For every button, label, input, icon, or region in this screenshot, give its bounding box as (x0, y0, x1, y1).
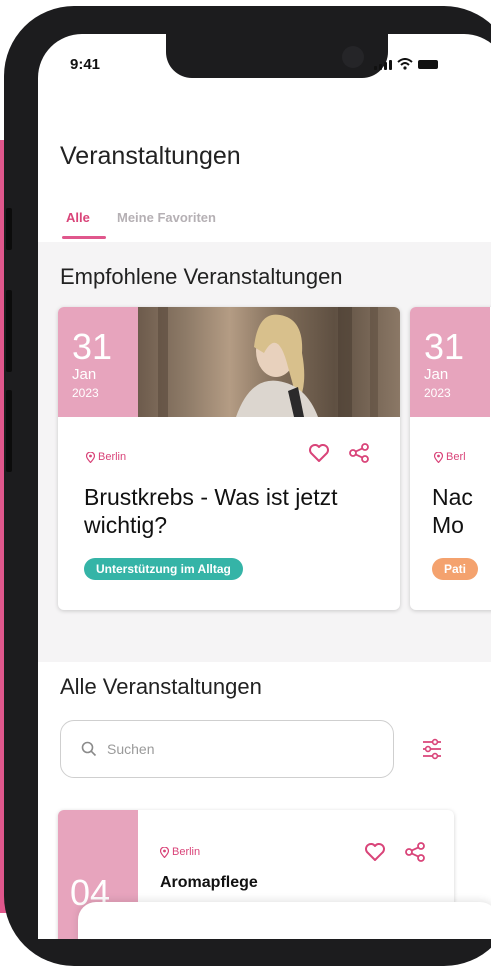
all-events-heading: Alle Veranstaltungen (60, 674, 262, 699)
search-box[interactable] (60, 720, 394, 778)
heart-icon (365, 843, 385, 861)
share-icon (349, 443, 369, 463)
filter-button[interactable] (420, 737, 444, 766)
location-pin-icon (86, 451, 95, 463)
filter-icon (423, 738, 441, 760)
location-label: Berlin (172, 846, 201, 858)
date-month: Jan (72, 366, 97, 383)
volume-up-button (6, 290, 12, 372)
event-location: Berlin (86, 451, 126, 463)
featured-heading: Empfohlene Veranstaltungen (60, 264, 343, 289)
location-label: Berlin (98, 451, 127, 463)
share-icon (405, 842, 425, 862)
mute-switch (6, 208, 12, 250)
battery-icon (418, 60, 438, 69)
phone-frame: 9:41 Veranstaltungen Alle Meine Favorite… (4, 6, 491, 966)
share-button[interactable] (348, 443, 370, 468)
location-pin-icon (160, 846, 169, 858)
status-icons (374, 58, 438, 70)
event-title: Nac Mo (432, 484, 473, 538)
date-day: 31 (72, 326, 113, 367)
wifi-icon (397, 58, 413, 70)
date-month: Jan (424, 366, 449, 383)
app-screen: 9:41 Veranstaltungen Alle Meine Favorite… (38, 34, 491, 939)
event-location: Berl (434, 451, 466, 463)
status-time: 9:41 (70, 56, 101, 73)
favorite-button[interactable] (308, 443, 330, 468)
tab-bar: Alle Meine Favoriten (38, 206, 491, 246)
event-title: Aromapflege (160, 874, 258, 891)
date-day: 31 (424, 326, 465, 367)
favorite-button[interactable] (364, 842, 386, 867)
category-badge: Pati (432, 558, 479, 580)
search-input[interactable] (105, 740, 369, 758)
date-box: 31 Jan 2023 (410, 307, 490, 417)
event-photo (138, 307, 400, 417)
bottom-navigation (78, 902, 491, 939)
date-year: 2023 (72, 386, 99, 400)
tab-meine-favoriten[interactable]: Meine Favoriten (117, 210, 216, 225)
search-icon (81, 741, 97, 757)
featured-card[interactable]: 31 Jan 2023 Berlin Brustkrebs - Was ist … (58, 307, 400, 610)
event-photo-illustration (158, 307, 378, 417)
date-box: 31 Jan 2023 (58, 307, 138, 417)
active-tab-indicator (62, 236, 106, 239)
notch (166, 34, 388, 78)
tab-alle[interactable]: Alle (66, 210, 90, 225)
date-year: 2023 (424, 386, 451, 400)
share-button[interactable] (404, 842, 426, 867)
category-badge: Unterstützung im Alltag (84, 558, 243, 580)
featured-card-partial[interactable]: 31 Jan 2023 Berl Nac Mo Pati (410, 307, 491, 610)
event-location: Berlin (160, 846, 200, 858)
volume-down-button (6, 390, 12, 472)
location-label: Berl (446, 451, 466, 463)
camera-icon (342, 46, 364, 68)
page-title: Veranstaltungen (60, 142, 241, 170)
signal-icon (374, 60, 392, 70)
event-title: Brustkrebs - Was ist jetzt wichtig? (84, 484, 338, 538)
heart-icon (309, 444, 329, 462)
location-pin-icon (434, 451, 443, 463)
